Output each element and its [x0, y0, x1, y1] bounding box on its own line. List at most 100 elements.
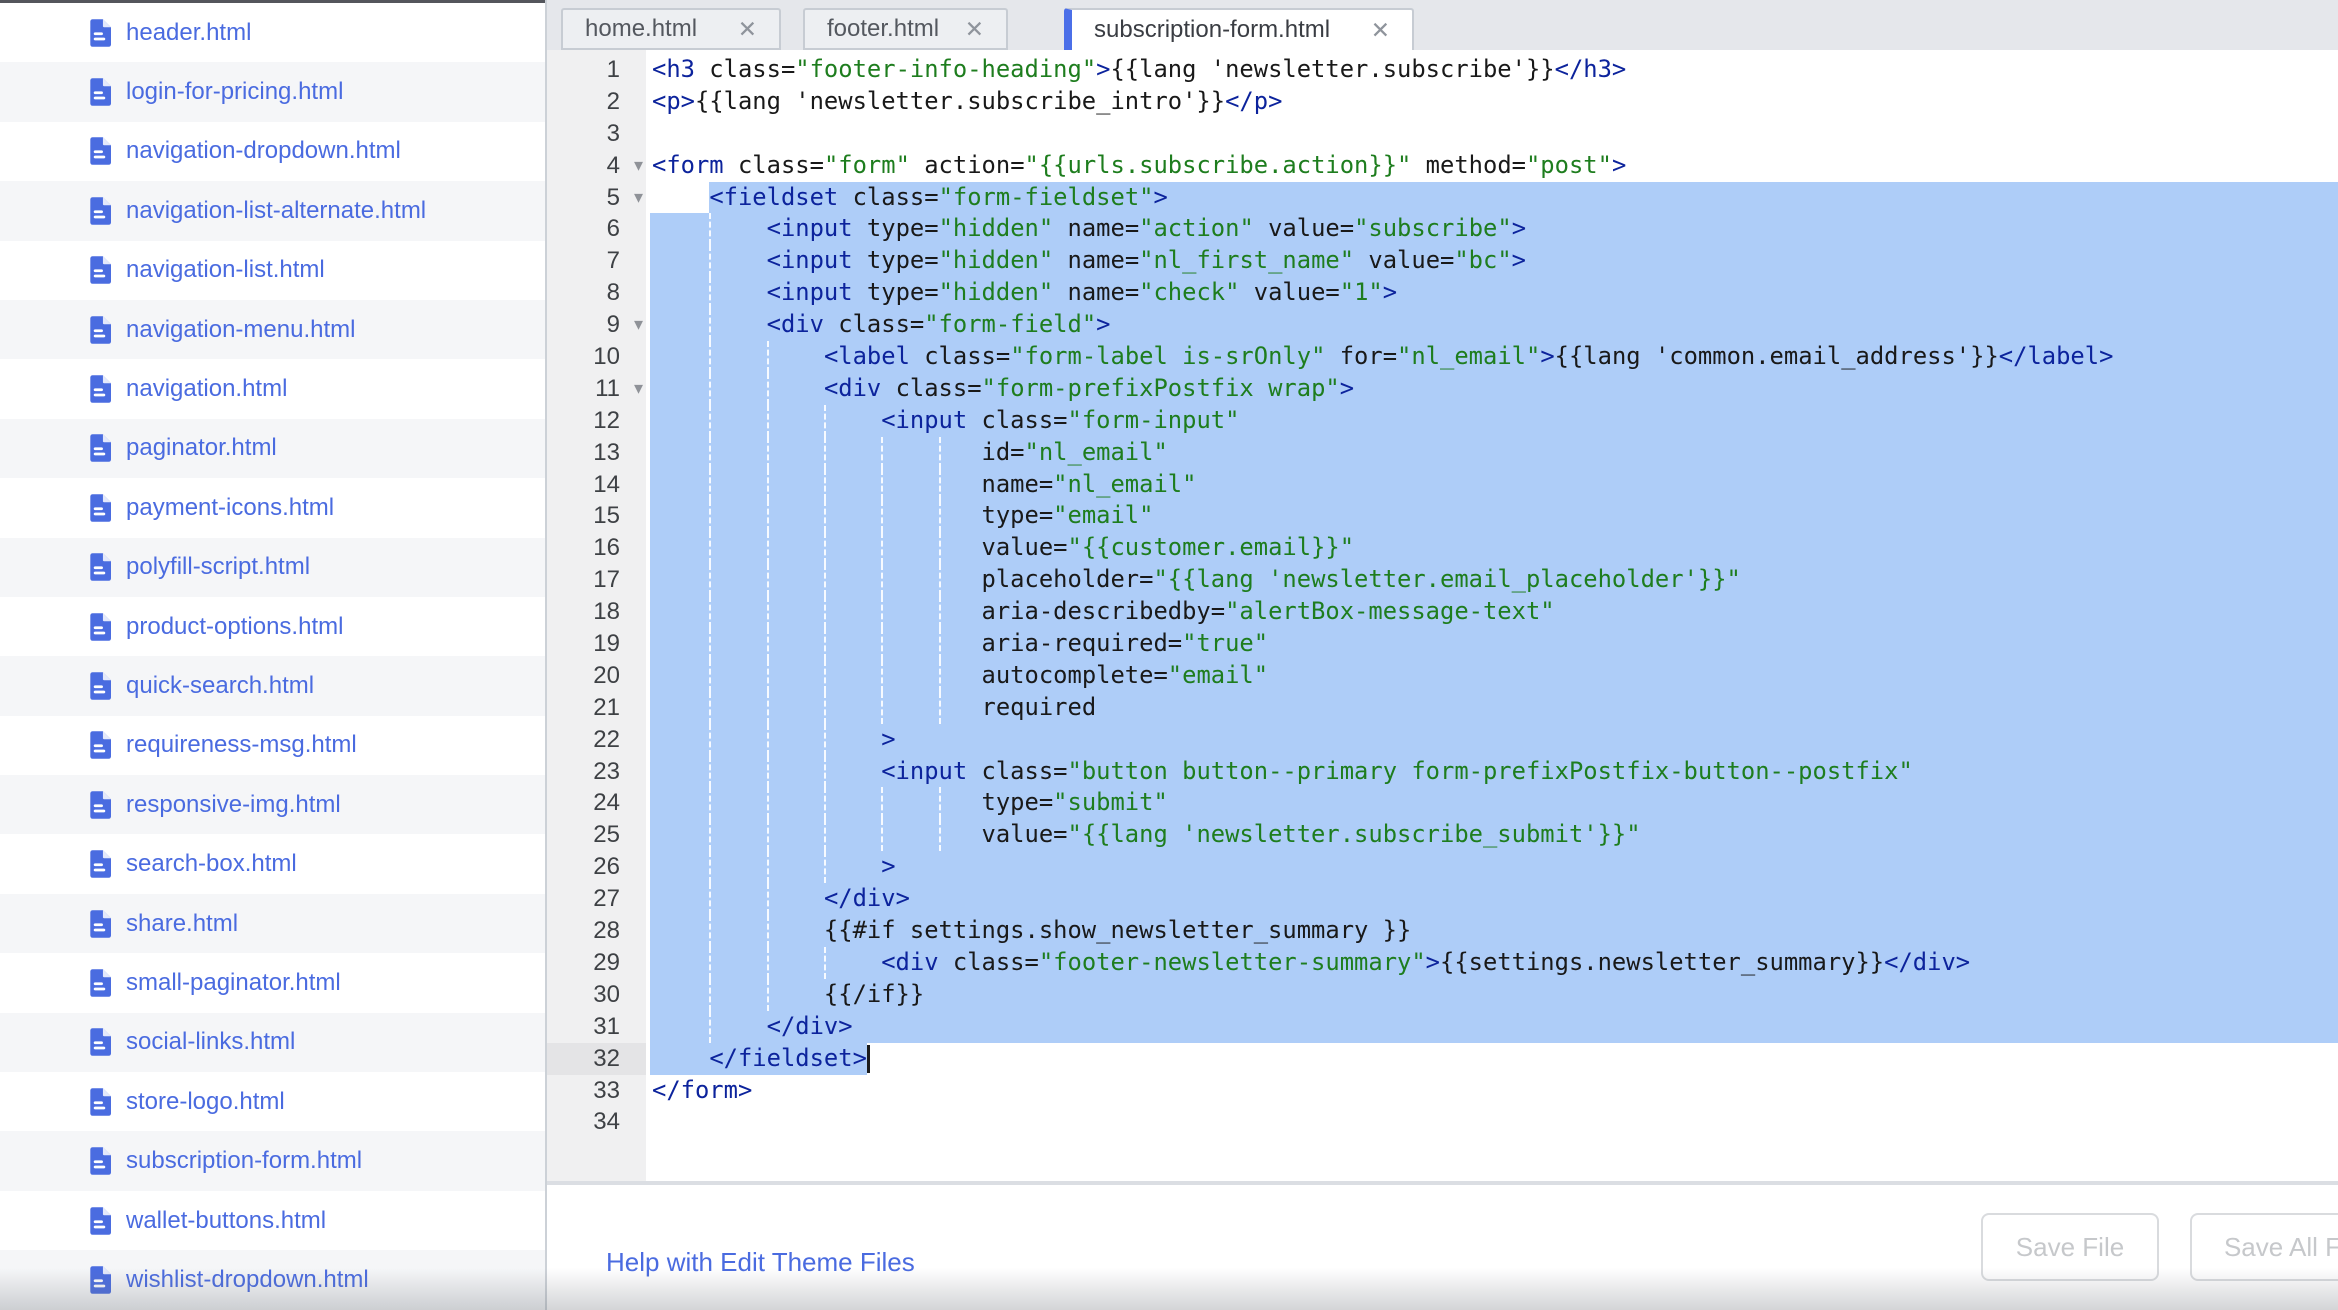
code-line[interactable]: value="{{customer.email}}"	[646, 532, 2338, 564]
code-line[interactable]: <div class="form-field">	[646, 309, 2338, 341]
file-list-item[interactable]: navigation-dropdown.html	[0, 122, 545, 181]
tab-close-icon[interactable]: ✕	[965, 16, 984, 43]
gutter-row: 13	[547, 437, 646, 469]
fold-toggle-icon[interactable]: ▾	[634, 309, 643, 341]
code-line[interactable]: id="nl_email"	[646, 437, 2338, 469]
file-list-item[interactable]: share.html	[0, 894, 545, 953]
code-text: >	[652, 725, 896, 753]
code-line[interactable]: <h3 class="footer-info-heading">{{lang '…	[646, 54, 2338, 86]
code-editor[interactable]: 1234▾5▾6789▾1011▾12131415161718192021222…	[547, 50, 2338, 1185]
file-name: navigation.html	[126, 375, 287, 403]
code-text: </fieldset>	[652, 1044, 867, 1072]
help-link[interactable]: Help with Edit Theme Files	[606, 1247, 915, 1278]
code-line[interactable]	[646, 118, 2338, 150]
code-text: aria-describedby="alertBox-message-text"	[652, 597, 1555, 625]
code-line[interactable]: aria-describedby="alertBox-message-text"	[646, 596, 2338, 628]
code-line[interactable]: {{/if}}	[646, 979, 2338, 1011]
file-list-item[interactable]: payment-icons.html	[0, 478, 545, 537]
file-list-item[interactable]: paginator.html	[0, 419, 545, 478]
code-text: id="nl_email"	[652, 438, 1168, 466]
file-list-item[interactable]: polyfill-script.html	[0, 538, 545, 597]
file-list-item[interactable]: header.html	[0, 3, 545, 62]
file-icon	[88, 375, 111, 403]
file-list-item[interactable]: wallet-buttons.html	[0, 1191, 545, 1250]
file-icon	[88, 731, 111, 759]
file-list-item[interactable]: navigation-list.html	[0, 241, 545, 300]
save-all-files-button[interactable]: Save All Files	[2190, 1213, 2338, 1281]
code-line[interactable]: name="nl_email"	[646, 469, 2338, 501]
file-list-item[interactable]: wishlist-dropdown.html	[0, 1250, 545, 1309]
file-list-item[interactable]: login-for-pricing.html	[0, 62, 545, 121]
code-line[interactable]: {{#if settings.show_newsletter_summary }…	[646, 915, 2338, 947]
file-list-item[interactable]: navigation-menu.html	[0, 300, 545, 359]
code-line[interactable]: autocomplete="email"	[646, 660, 2338, 692]
file-list-item[interactable]: navigation.html	[0, 359, 545, 418]
line-number: 21	[593, 692, 620, 724]
code-line[interactable]: value="{{lang 'newsletter.subscribe_subm…	[646, 819, 2338, 851]
code-line[interactable]: <p>{{lang 'newsletter.subscribe_intro'}}…	[646, 86, 2338, 118]
tab-subscription-form.html[interactable]: subscription-form.html✕	[1064, 8, 1414, 50]
code-line[interactable]: placeholder="{{lang 'newsletter.email_pl…	[646, 564, 2338, 596]
code-line[interactable]: required	[646, 692, 2338, 724]
code-text: >	[652, 852, 896, 880]
gutter-row: 19	[547, 628, 646, 660]
file-list-item[interactable]: navigation-list-alternate.html	[0, 181, 545, 240]
fold-toggle-icon[interactable]: ▾	[634, 150, 643, 182]
file-list-item[interactable]: product-options.html	[0, 597, 545, 656]
code-text: type="email"	[652, 501, 1153, 529]
file-list-item[interactable]: requireness-msg.html	[0, 716, 545, 775]
code-line[interactable]: aria-required="true"	[646, 628, 2338, 660]
code-text: autocomplete="email"	[652, 661, 1268, 689]
file-icon	[88, 256, 111, 284]
file-list-item[interactable]: small-paginator.html	[0, 953, 545, 1012]
code-line[interactable]: </form>	[646, 1075, 2338, 1107]
gutter-row: 28	[547, 915, 646, 947]
fold-toggle-icon[interactable]: ▾	[634, 373, 643, 405]
code-line[interactable]: >	[646, 851, 2338, 883]
line-number: 22	[593, 724, 620, 756]
gutter-row: 10	[547, 341, 646, 373]
code-line[interactable]: <div class="footer-newsletter-summary">{…	[646, 947, 2338, 979]
code-line[interactable]: </div>	[646, 883, 2338, 915]
tab-home.html[interactable]: home.html✕	[561, 8, 781, 50]
file-name: share.html	[126, 910, 238, 938]
code-line[interactable]: <label class="form-label is-srOnly" for=…	[646, 341, 2338, 373]
code-line[interactable]: <input type="hidden" name="nl_first_name…	[646, 245, 2338, 277]
code-text: {{#if settings.show_newsletter_summary }…	[652, 916, 1411, 944]
file-list-item[interactable]: social-links.html	[0, 1013, 545, 1072]
code-line[interactable]: <input class="form-input"	[646, 405, 2338, 437]
gutter-row: 33	[547, 1075, 646, 1107]
code-line[interactable]: <input type="hidden" name="action" value…	[646, 213, 2338, 245]
file-list-item[interactable]: store-logo.html	[0, 1072, 545, 1131]
code-line[interactable]: <input type="hidden" name="check" value=…	[646, 277, 2338, 309]
file-name: wishlist-dropdown.html	[126, 1266, 369, 1294]
tab-close-icon[interactable]: ✕	[1371, 17, 1390, 44]
code-line[interactable]: >	[646, 724, 2338, 756]
file-list-item[interactable]: quick-search.html	[0, 656, 545, 715]
code-area[interactable]: <h3 class="footer-info-heading">{{lang '…	[646, 50, 2338, 1181]
code-line[interactable]: </div>	[646, 1011, 2338, 1043]
code-line[interactable]: </fieldset>	[646, 1043, 2338, 1075]
tab-close-icon[interactable]: ✕	[738, 16, 757, 43]
file-list-item[interactable]: responsive-img.html	[0, 775, 545, 834]
code-line[interactable]: <input class="button button--primary for…	[646, 756, 2338, 788]
code-line[interactable]: <form class="form" action="{{urls.subscr…	[646, 150, 2338, 182]
save-file-button[interactable]: Save File	[1981, 1213, 2159, 1281]
code-text: aria-required="true"	[652, 629, 1268, 657]
line-number: 32	[593, 1043, 620, 1075]
code-text: <input type="hidden" name="nl_first_name…	[652, 246, 1526, 274]
file-icon	[88, 494, 111, 522]
tab-footer.html[interactable]: footer.html✕	[803, 8, 1008, 50]
code-line[interactable]: <fieldset class="form-fieldset">	[646, 182, 2338, 214]
code-line[interactable]: type="submit"	[646, 787, 2338, 819]
file-list-item[interactable]: search-box.html	[0, 834, 545, 893]
code-line[interactable]: type="email"	[646, 500, 2338, 532]
code-line[interactable]	[646, 1106, 2338, 1138]
fold-toggle-icon[interactable]: ▾	[634, 182, 643, 214]
file-name: wallet-buttons.html	[126, 1207, 326, 1235]
code-line[interactable]: <div class="form-prefixPostfix wrap">	[646, 373, 2338, 405]
file-list-item[interactable]: subscription-form.html	[0, 1131, 545, 1190]
line-number: 6	[607, 213, 620, 245]
gutter-row: 12	[547, 405, 646, 437]
gutter-row: 18	[547, 596, 646, 628]
